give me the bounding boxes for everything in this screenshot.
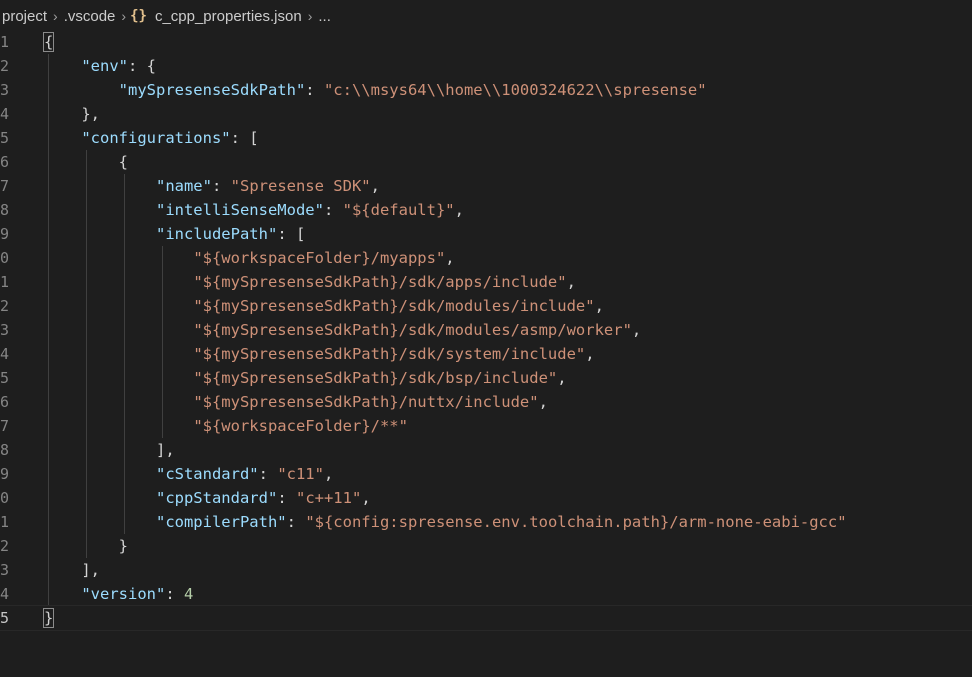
line-number: 9 [0, 465, 10, 483]
code-line[interactable]: 3 "${mySpresenseSdkPath}/sdk/modules/asm… [0, 318, 972, 342]
json-key: "intelliSenseMode" [155, 201, 324, 219]
breadcrumb-file[interactable]: c_cpp_properties.json [153, 8, 304, 25]
json-key: "includePath" [155, 225, 278, 243]
json-number: 4 [184, 585, 194, 603]
code-line[interactable]: 0 "${workspaceFolder}/myapps", [0, 246, 972, 270]
json-key: "env" [81, 57, 128, 75]
line-number: 8 [0, 441, 10, 459]
json-string: "Spresense SDK" [230, 177, 371, 195]
json-string: "${mySpresenseSdkPath}/nuttx/include" [193, 393, 539, 411]
breadcrumb-symbols[interactable]: ... [316, 8, 333, 25]
line-number: 5 [0, 369, 10, 387]
line-number: 7 [0, 177, 10, 195]
code-line[interactable]: 3 "mySpresenseSdkPath": "c:\\msys64\\hom… [0, 78, 972, 102]
line-number: 0 [0, 249, 10, 267]
line-number: 4 [0, 345, 10, 363]
line-number: 5 [0, 129, 10, 147]
code-line[interactable]: 4 }, [0, 102, 972, 126]
json-file-icon: {} [130, 8, 147, 24]
json-key: "cStandard" [155, 465, 259, 483]
code-line[interactable]: 4 "version": 4 [0, 582, 972, 606]
chevron-right-icon: › [121, 8, 127, 24]
json-key: "compilerPath" [155, 513, 287, 531]
json-string: "c:\\msys64\\home\\1000324622\\spresense… [323, 81, 707, 99]
code-line[interactable]: 2 "${mySpresenseSdkPath}/sdk/modules/inc… [0, 294, 972, 318]
json-string: "${config:spresense.env.toolchain.path}/… [305, 513, 847, 531]
code-line[interactable]: 6 "${mySpresenseSdkPath}/nuttx/include", [0, 390, 972, 414]
code-line[interactable]: 5 "${mySpresenseSdkPath}/sdk/bsp/include… [0, 366, 972, 390]
code-line-active[interactable]: 5 } [0, 605, 972, 631]
line-number: 9 [0, 225, 10, 243]
chevron-right-icon: › [307, 8, 313, 24]
line-number: 7 [0, 417, 10, 435]
line-number: 3 [0, 81, 10, 99]
json-string: "${workspaceFolder}/myapps" [193, 249, 446, 267]
json-string: "c++11" [295, 489, 362, 507]
json-string: "c11" [277, 465, 324, 483]
line-number: 2 [0, 537, 10, 555]
code-line[interactable]: 5 "configurations": [ [0, 126, 972, 150]
line-number: 6 [0, 393, 10, 411]
line-number: 4 [0, 585, 10, 603]
code-line[interactable]: 7 "${workspaceFolder}/**" [0, 414, 972, 438]
line-number: 2 [0, 57, 10, 75]
line-number: 3 [0, 561, 10, 579]
line-number: 2 [0, 297, 10, 315]
json-key: "name" [155, 177, 212, 195]
code-line[interactable]: 0 "cppStandard": "c++11", [0, 486, 972, 510]
line-number: 8 [0, 201, 10, 219]
line-number: 0 [0, 489, 10, 507]
json-string: "${mySpresenseSdkPath}/sdk/apps/include" [193, 273, 567, 291]
code-line[interactable]: 1 { [0, 30, 972, 54]
code-line[interactable]: 7 "name": "Spresense SDK", [0, 174, 972, 198]
code-line[interactable]: 8 ], [0, 438, 972, 462]
json-string: "${mySpresenseSdkPath}/sdk/bsp/include" [193, 369, 558, 387]
code-line[interactable]: 3 ], [0, 558, 972, 582]
breadcrumb: project › .vscode › {} c_cpp_properties.… [0, 4, 333, 28]
breadcrumb-project[interactable]: project [0, 8, 49, 25]
json-key: "configurations" [81, 129, 231, 147]
code-area[interactable]: 1 { 2 "env": { 3 "mySpresenseSdkPath": "… [0, 30, 972, 631]
breadcrumb-vscode-folder[interactable]: .vscode [62, 8, 118, 25]
json-string: "${default}" [342, 201, 455, 219]
json-key: "cppStandard" [155, 489, 278, 507]
code-line[interactable]: 1 "compilerPath": "${config:spresense.en… [0, 510, 972, 534]
code-line[interactable]: 2 } [0, 534, 972, 558]
code-line[interactable]: 4 "${mySpresenseSdkPath}/sdk/system/incl… [0, 342, 972, 366]
line-number: 5 [0, 609, 10, 627]
json-string: "${mySpresenseSdkPath}/sdk/modules/inclu… [193, 297, 595, 315]
line-number: 4 [0, 105, 10, 123]
json-string: "${mySpresenseSdkPath}/sdk/modules/asmp/… [193, 321, 632, 339]
code-line[interactable]: 9 "cStandard": "c11", [0, 462, 972, 486]
code-line[interactable]: 8 "intelliSenseMode": "${default}", [0, 198, 972, 222]
line-number: 1 [0, 513, 10, 531]
chevron-right-icon: › [53, 8, 58, 24]
code-line[interactable]: 1 "${mySpresenseSdkPath}/sdk/apps/includ… [0, 270, 972, 294]
line-number: 6 [0, 153, 10, 171]
code-line[interactable]: 9 "includePath": [ [0, 222, 972, 246]
code-line[interactable]: 2 "env": { [0, 54, 972, 78]
code-line[interactable]: 6 { [0, 150, 972, 174]
line-number: 1 [0, 273, 10, 291]
line-number: 1 [0, 33, 10, 51]
bracket-match: } [42, 608, 55, 628]
line-number: 3 [0, 321, 10, 339]
bracket-match: { [42, 32, 55, 52]
code-editor[interactable]: project › .vscode › {} c_cpp_properties.… [0, 0, 972, 677]
json-key: "version" [81, 585, 166, 603]
json-string: "${mySpresenseSdkPath}/sdk/system/includ… [193, 345, 586, 363]
json-key: "mySpresenseSdkPath" [118, 81, 306, 99]
json-string: "${workspaceFolder}/**" [193, 417, 408, 435]
